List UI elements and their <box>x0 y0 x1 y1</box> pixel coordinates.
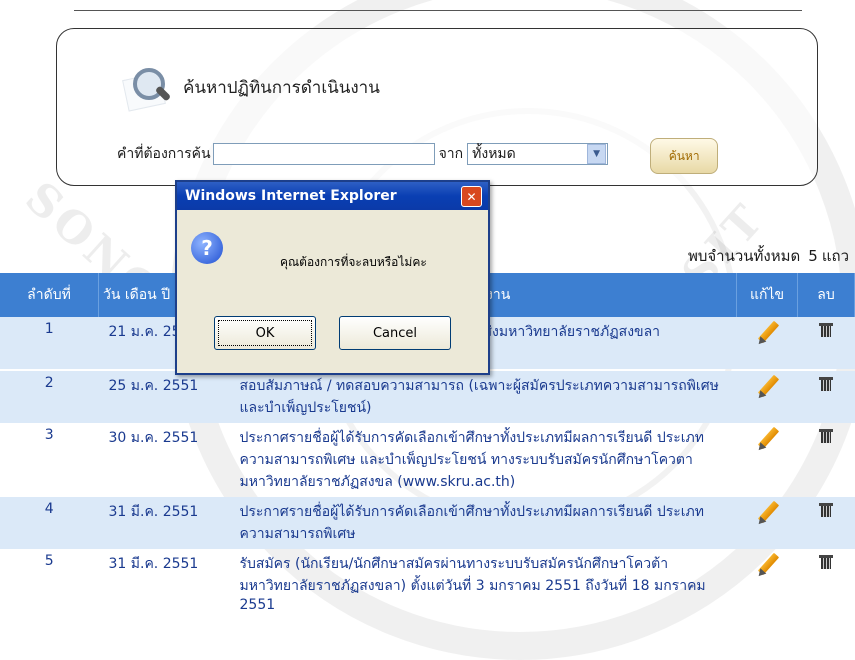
delete-button[interactable] <box>798 549 855 617</box>
row-no: 1 <box>0 317 99 369</box>
result-count: พบจำนวนทั้งหมด 5 แถว <box>688 244 849 268</box>
trash-icon[interactable] <box>818 375 834 391</box>
header-delete: ลบ <box>797 273 855 317</box>
pencil-icon[interactable] <box>755 375 779 399</box>
chevron-down-icon[interactable]: ▼ <box>587 144 607 164</box>
dialog-titlebar[interactable]: Windows Internet Explorer ✕ <box>177 182 488 210</box>
row-task[interactable]: สอบสัมภาษณ์ / ทดสอบความสามารถ (เฉพาะผู้ส… <box>235 371 737 423</box>
row-no: 4 <box>0 497 99 549</box>
confirm-dialog: Windows Internet Explorer ✕ ? คุณต้องการ… <box>175 180 490 375</box>
header-edit: แก้ไข <box>736 273 798 317</box>
cancel-button[interactable]: Cancel <box>339 316 451 350</box>
scope-select[interactable]: ทั้งหมด ▼ <box>467 143 609 165</box>
row-task[interactable]: ประกาศรายชื่อผู้ได้รับการคัดเลือกเข้าศึก… <box>236 423 737 497</box>
trash-icon[interactable] <box>818 427 834 443</box>
delete-button[interactable] <box>797 317 855 369</box>
row-task[interactable]: รับสมัคร (นักเรียน/นักศึกษาสมัครผ่านทางร… <box>236 549 737 617</box>
search-header: ค้นหาปฏิทินการดำเนินงาน <box>122 64 380 112</box>
search-button[interactable]: ค้นหา <box>650 138 719 174</box>
row-task[interactable]: ประกาศรายชื่อผู้ได้รับการคัดเลือกเข้าศึก… <box>235 497 737 549</box>
magnifier-icon <box>122 64 173 112</box>
from-label: จาก <box>438 146 464 162</box>
top-divider <box>74 10 802 11</box>
pencil-icon[interactable] <box>755 501 779 525</box>
row-date: 30 ม.ค. 2551 <box>108 430 199 446</box>
row-date: 31 มี.ค. 2551 <box>108 556 199 572</box>
pencil-icon[interactable] <box>755 321 779 345</box>
close-icon[interactable]: ✕ <box>461 186 482 207</box>
row-date: 25 ม.ค. 2551 <box>98 371 236 423</box>
dialog-message: คุณต้องการที่จะลบหรือไม่คะ <box>280 255 427 269</box>
keyword-input[interactable] <box>212 143 435 165</box>
table-row: 3 30 ม.ค. 2551 ประกาศรายชื่อผู้ได้รับการ… <box>0 423 855 497</box>
search-panel: ค้นหาปฏิทินการดำเนินงาน คำที่ต้องการค้น … <box>56 28 818 186</box>
delete-button[interactable] <box>797 371 855 423</box>
keyword-label: คำที่ต้องการค้น <box>117 146 211 162</box>
trash-icon[interactable] <box>818 553 834 569</box>
delete-button[interactable] <box>797 497 855 549</box>
ok-button[interactable]: OK <box>214 316 316 350</box>
result-count-number: 5 <box>808 247 818 265</box>
table-row: 4 31 มี.ค. 2551 ประกาศรายชื่อผู้ได้รับกา… <box>0 497 855 549</box>
edit-button[interactable] <box>737 549 798 617</box>
trash-icon[interactable] <box>818 501 834 517</box>
result-count-label: พบจำนวนทั้งหมด <box>687 247 801 265</box>
table-row: 5 31 มี.ค. 2551 รับสมัคร (นักเรียน/นักศึ… <box>0 549 855 617</box>
table-row: 2 25 ม.ค. 2551 สอบสัมภาษณ์ / ทดสอบความสา… <box>0 371 855 423</box>
search-title: ค้นหาปฏิทินการดำเนินงาน <box>183 77 380 98</box>
edit-button[interactable] <box>736 317 798 369</box>
row-date: 31 มี.ค. 2551 <box>98 497 236 549</box>
header-no: ลำดับที่ <box>0 273 99 317</box>
scope-select-value: ทั้งหมด <box>472 146 516 162</box>
delete-button[interactable] <box>798 423 855 497</box>
pencil-icon[interactable] <box>755 553 779 577</box>
trash-icon[interactable] <box>818 321 834 337</box>
row-no: 5 <box>44 553 54 569</box>
edit-button[interactable] <box>737 423 798 497</box>
dialog-title: Windows Internet Explorer <box>185 188 397 204</box>
edit-button[interactable] <box>736 371 798 423</box>
search-form: คำที่ต้องการค้น จาก ทั้งหมด ▼ ค้นหา <box>117 136 719 174</box>
question-icon: ? <box>191 232 223 264</box>
row-no: 3 <box>44 427 54 443</box>
result-count-unit: แถว <box>821 247 849 265</box>
pencil-icon[interactable] <box>755 427 779 451</box>
row-no: 2 <box>0 371 99 423</box>
edit-button[interactable] <box>736 497 798 549</box>
